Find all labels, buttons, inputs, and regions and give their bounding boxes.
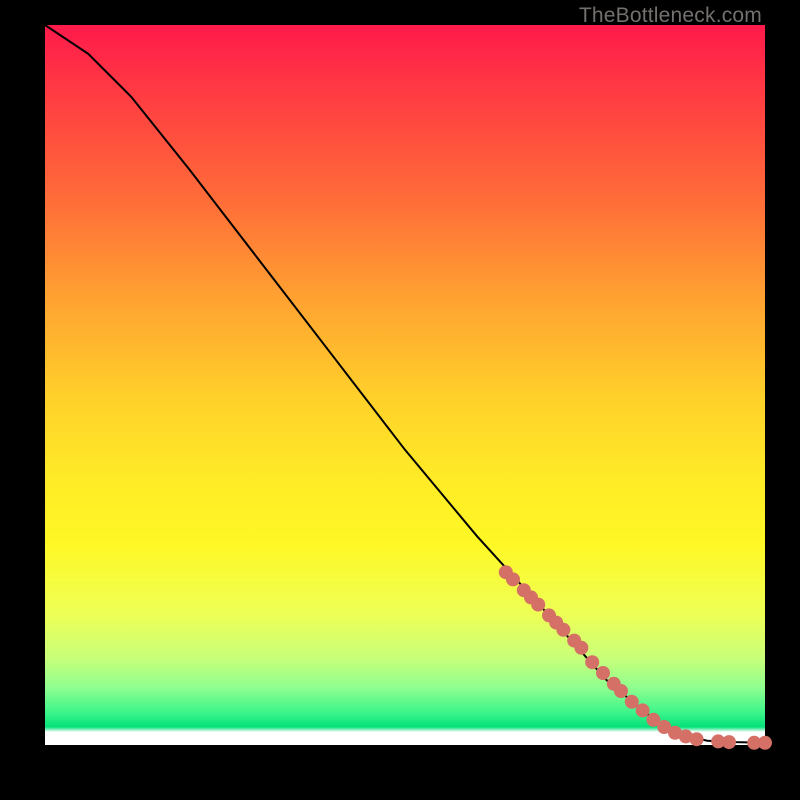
- data-marker: [574, 641, 588, 655]
- data-marker: [585, 655, 599, 669]
- data-marker: [758, 736, 772, 750]
- data-marker: [596, 666, 610, 680]
- data-marker: [722, 735, 736, 749]
- marker-group: [499, 565, 772, 750]
- data-marker: [531, 598, 545, 612]
- data-marker: [690, 732, 704, 746]
- bottleneck-curve: [45, 25, 765, 743]
- data-marker: [506, 572, 520, 586]
- plot-area: [45, 25, 765, 745]
- chart-stage: TheBottleneck.com: [0, 0, 800, 800]
- curve-layer: [45, 25, 765, 745]
- data-marker: [556, 623, 570, 637]
- data-marker: [636, 703, 650, 717]
- data-marker: [614, 684, 628, 698]
